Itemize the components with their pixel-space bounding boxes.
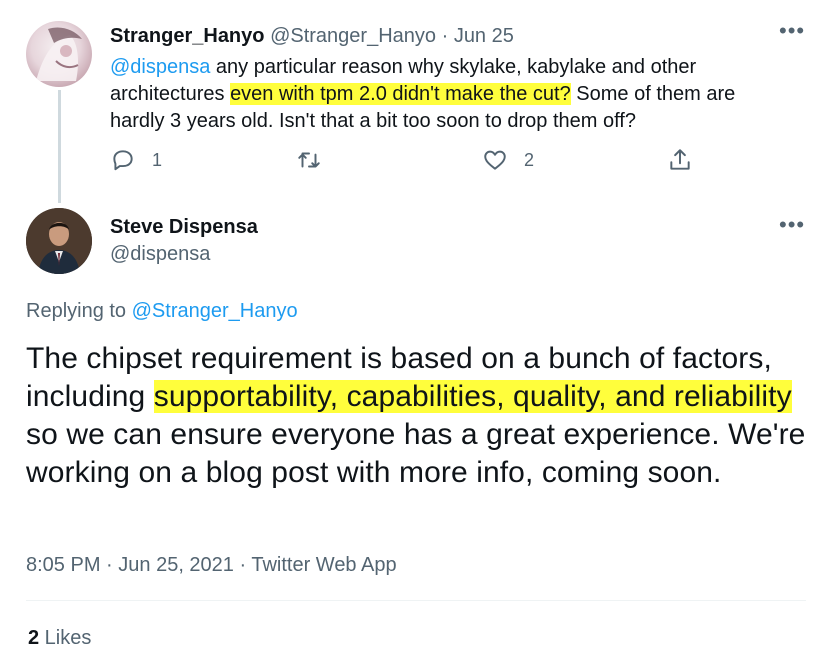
more-icon[interactable]: ••• (779, 212, 805, 238)
divider (26, 600, 806, 601)
tweet-text-part2: so we can ensure everyone has a great ex… (26, 418, 806, 489)
likes-link[interactable]: 2 Likes (28, 627, 91, 650)
separator: · (100, 554, 119, 576)
mention-link[interactable]: @dispensa (110, 56, 210, 78)
separator: · (233, 554, 252, 576)
reply-count: 1 (152, 149, 163, 170)
likes-label: Likes (39, 627, 92, 649)
handle[interactable]: @Stranger_Hanyo (270, 25, 436, 47)
replying-to: Replying to @Stranger_Hanyo (26, 300, 298, 323)
tweet-text-highlight: supportability, capabilities, quality, a… (153, 380, 792, 413)
tweet-meta: 8:05 PM · Jun 25, 2021 · Twitter Web App (26, 554, 397, 577)
separator: · (441, 25, 449, 47)
retweet-button[interactable] (296, 147, 322, 173)
like-count: 2 (524, 149, 535, 170)
avatar-image (36, 27, 82, 81)
tweet-text: The chipset requirement is based on a bu… (26, 340, 816, 492)
like-button[interactable]: 2 (482, 147, 534, 173)
tweet-time[interactable]: 8:05 PM (26, 554, 100, 576)
likes-count: 2 (28, 627, 40, 649)
share-icon (670, 149, 690, 170)
display-name[interactable]: Stranger_Hanyo (110, 25, 265, 47)
retweet-icon (298, 152, 320, 168)
reply-button[interactable]: 1 (110, 147, 162, 173)
more-icon[interactable]: ••• (779, 18, 805, 44)
replying-handle-link[interactable]: @Stranger_Hanyo (132, 300, 298, 322)
replying-prefix: Replying to (26, 300, 132, 322)
share-button[interactable] (667, 147, 693, 173)
like-icon (484, 150, 506, 170)
tweet-source[interactable]: Twitter Web App (251, 554, 396, 576)
reply-icon (113, 150, 133, 171)
tweet-date[interactable]: Jun 25 (454, 25, 514, 47)
tweet-date[interactable]: Jun 25, 2021 (118, 554, 234, 576)
tweet-actions: 1 2 (0, 147, 827, 177)
avatar-image (26, 208, 92, 274)
tweet-text-highlight: even with tpm 2.0 didn't make the cut? (230, 83, 571, 105)
avatar[interactable] (26, 21, 92, 87)
handle[interactable]: @dispensa (110, 243, 210, 266)
avatar[interactable] (26, 208, 92, 274)
tweet-header: Stranger_Hanyo @Stranger_Hanyo · Jun 25 (110, 25, 514, 48)
tweet-text: @dispensa any particular reason why skyl… (110, 54, 790, 135)
display-name[interactable]: Steve Dispensa (110, 216, 258, 239)
